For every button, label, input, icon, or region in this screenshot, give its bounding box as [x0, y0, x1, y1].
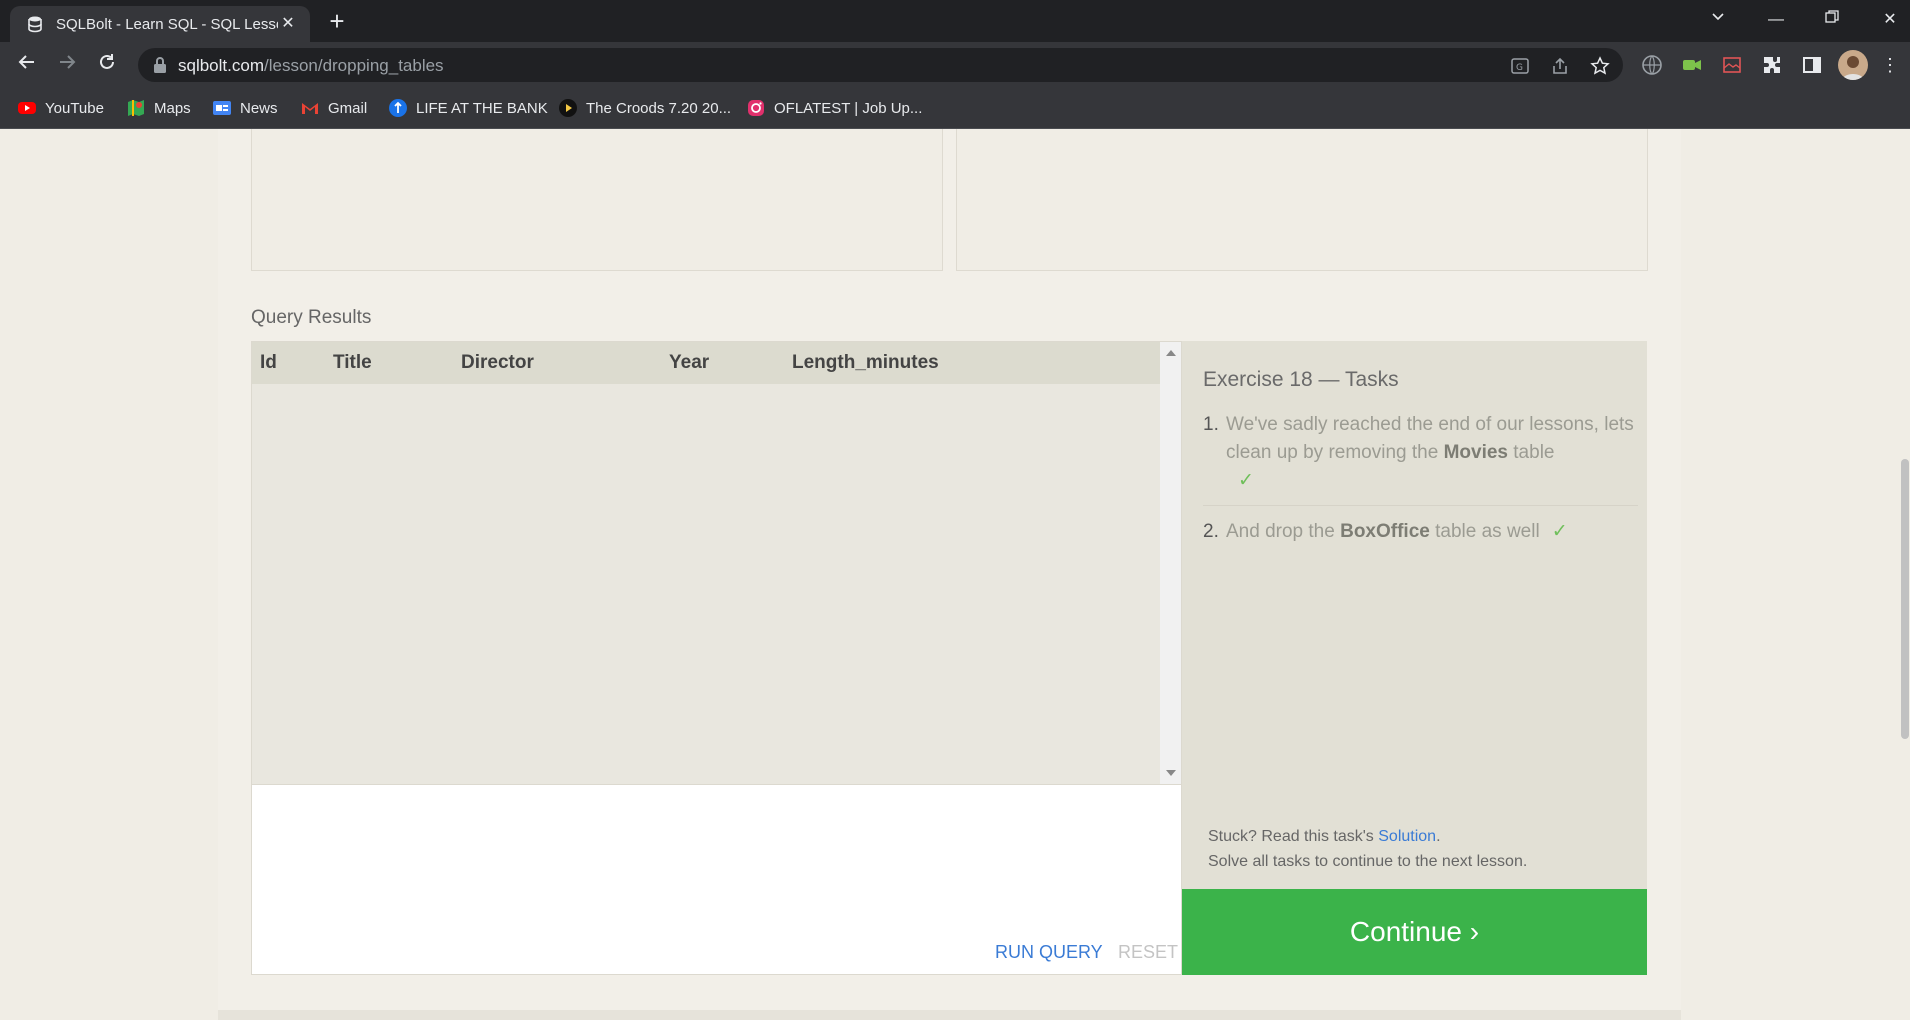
address-bar[interactable]: sqlbolt.com/lesson/dropping_tables G — [138, 48, 1623, 82]
task-text: And drop the — [1226, 521, 1341, 542]
task-item: 2. And drop the BoxOffice table as well ✓ — [1203, 505, 1638, 552]
bookmark-label: Gmail — [328, 99, 368, 117]
solution-link[interactable]: Solution — [1378, 828, 1436, 845]
url-host: sqlbolt.com — [178, 56, 264, 75]
task-table-name: BoxOffice — [1340, 521, 1430, 542]
url-text[interactable]: sqlbolt.com/lesson/dropping_tables — [178, 56, 444, 76]
gmail-icon — [302, 103, 318, 114]
bookmark-life-at-the-bank[interactable]: LIFE AT THE BANK — [388, 97, 548, 119]
extensions-puzzle-icon[interactable] — [1760, 53, 1784, 77]
task-table-name: Movies — [1443, 442, 1508, 463]
schema-panel-right — [956, 129, 1648, 271]
scroll-up-arrow-icon[interactable] — [1166, 350, 1176, 356]
solve-all-text: Solve all tasks to continue to the next … — [1208, 853, 1528, 870]
task-text-suffix: table — [1508, 442, 1555, 463]
close-window-icon[interactable]: ✕ — [1870, 6, 1910, 34]
column-header-id: Id — [252, 342, 325, 384]
news-icon — [213, 101, 231, 115]
profile-avatar[interactable] — [1838, 50, 1868, 80]
translate-icon[interactable]: G — [1510, 56, 1530, 76]
restore-icon[interactable] — [1812, 6, 1852, 34]
tab-sqlbolt[interactable]: SQLBolt - Learn SQL - SQL Lesson ✕ — [10, 6, 310, 42]
tasks-panel: Exercise 18 — Tasks 1. We've sadly reache… — [1182, 341, 1647, 889]
page-scrollbar[interactable] — [1900, 129, 1910, 1020]
bookmark-star-icon[interactable] — [1590, 56, 1610, 76]
forward-icon[interactable] — [53, 51, 81, 79]
tab-search-icon[interactable] — [1698, 6, 1738, 34]
play-icon — [559, 99, 577, 117]
reset-button[interactable]: RESET — [1118, 942, 1178, 963]
tasks-title: Exercise 18 — Tasks — [1203, 368, 1399, 391]
bookmarks-bar: YouTube Maps News Gmail LIFE AT THE BANK… — [0, 88, 1910, 129]
query-results-label: Query Results — [251, 307, 372, 328]
task-number: 1. — [1203, 414, 1219, 435]
instagram-icon — [748, 100, 764, 116]
task-item: 1. We've sadly reached the end of our les… — [1203, 411, 1638, 501]
svg-text:G: G — [1516, 63, 1523, 73]
lock-icon[interactable] — [152, 56, 168, 74]
bookmark-the-croods[interactable]: The Croods 7.20 20... — [558, 97, 731, 119]
stuck-period: . — [1436, 828, 1441, 845]
task-number: 2. — [1203, 521, 1219, 542]
url-path: /lesson/dropping_tables — [263, 56, 444, 75]
query-results-panel: Id Title Director Year Length_minutes — [251, 341, 1182, 785]
column-header-title: Title — [325, 342, 453, 384]
results-scrollbar[interactable] — [1160, 342, 1181, 784]
checkmark-icon: ✓ — [1551, 521, 1568, 542]
bookmark-label: News — [240, 99, 278, 117]
browser-chrome: SQLBolt - Learn SQL - SQL Lesson ✕ + — ✕ — [0, 0, 1910, 129]
reload-icon[interactable] — [93, 51, 121, 79]
bookmark-label: Maps — [154, 99, 191, 117]
bookmark-gmail[interactable]: Gmail — [300, 97, 367, 119]
bookmark-youtube[interactable]: YouTube — [17, 97, 104, 119]
stuck-hint: Stuck? Read this task's Solution. Solve … — [1208, 824, 1527, 874]
bookmark-label: OFLATEST | Job Up... — [774, 99, 923, 117]
screenshot-extension-icon[interactable] — [1720, 53, 1744, 77]
bookmark-label: LIFE AT THE BANK — [416, 99, 548, 117]
bank-icon — [389, 99, 407, 117]
bookmark-label: YouTube — [45, 99, 104, 117]
video-extension-icon[interactable] — [1680, 53, 1704, 77]
results-header-row: Id Title Director Year Length_minutes — [252, 342, 1162, 384]
tab-strip: SQLBolt - Learn SQL - SQL Lesson ✕ + — ✕ — [0, 0, 1910, 42]
run-query-button[interactable]: RUN QUERY — [995, 942, 1103, 963]
side-panel-icon[interactable] — [1800, 53, 1824, 77]
results-table: Id Title Director Year Length_minutes — [252, 342, 1162, 384]
column-header-director: Director — [453, 342, 661, 384]
page-viewport: Query Results Id Title Director Year Len… — [0, 129, 1910, 1020]
bookmark-label: The Croods 7.20 20... — [586, 99, 732, 117]
close-tab-icon[interactable]: ✕ — [278, 14, 298, 34]
page-scrollbar-thumb[interactable] — [1901, 459, 1909, 739]
bookmark-oflatest[interactable]: OFLATEST | Job Up... — [746, 97, 922, 119]
menu-kebab-icon[interactable]: ⋮ — [1876, 51, 1904, 79]
task-text: We've sadly reached the end of our lesso… — [1226, 414, 1634, 463]
tab-title: SQLBolt - Learn SQL - SQL Lesson — [56, 15, 278, 33]
back-icon[interactable] — [13, 51, 41, 79]
toolbar: sqlbolt.com/lesson/dropping_tables G ⋮ — [0, 42, 1910, 88]
continue-button[interactable]: Continue › — [1182, 889, 1647, 975]
schema-panel-left — [251, 129, 943, 271]
new-tab-icon[interactable]: + — [323, 8, 351, 36]
checkmark-icon: ✓ — [1238, 470, 1254, 491]
column-header-year: Year — [661, 342, 784, 384]
task-text-suffix: table as well — [1429, 521, 1540, 542]
globe-extension-icon[interactable] — [1640, 53, 1664, 77]
stuck-text: Stuck? Read this task's — [1208, 828, 1379, 845]
share-icon[interactable] — [1550, 56, 1570, 76]
maps-icon — [128, 100, 144, 116]
bookmark-news[interactable]: News — [212, 97, 278, 119]
scroll-down-arrow-icon[interactable] — [1166, 770, 1176, 776]
youtube-icon — [18, 102, 36, 114]
task-list: 1. We've sadly reached the end of our les… — [1203, 411, 1638, 552]
bookmark-maps[interactable]: Maps — [126, 97, 191, 119]
database-icon — [28, 16, 42, 33]
minimize-icon[interactable]: — — [1756, 6, 1796, 34]
column-header-length-minutes: Length_minutes — [784, 342, 1162, 384]
content-footer-strip — [218, 1010, 1681, 1020]
